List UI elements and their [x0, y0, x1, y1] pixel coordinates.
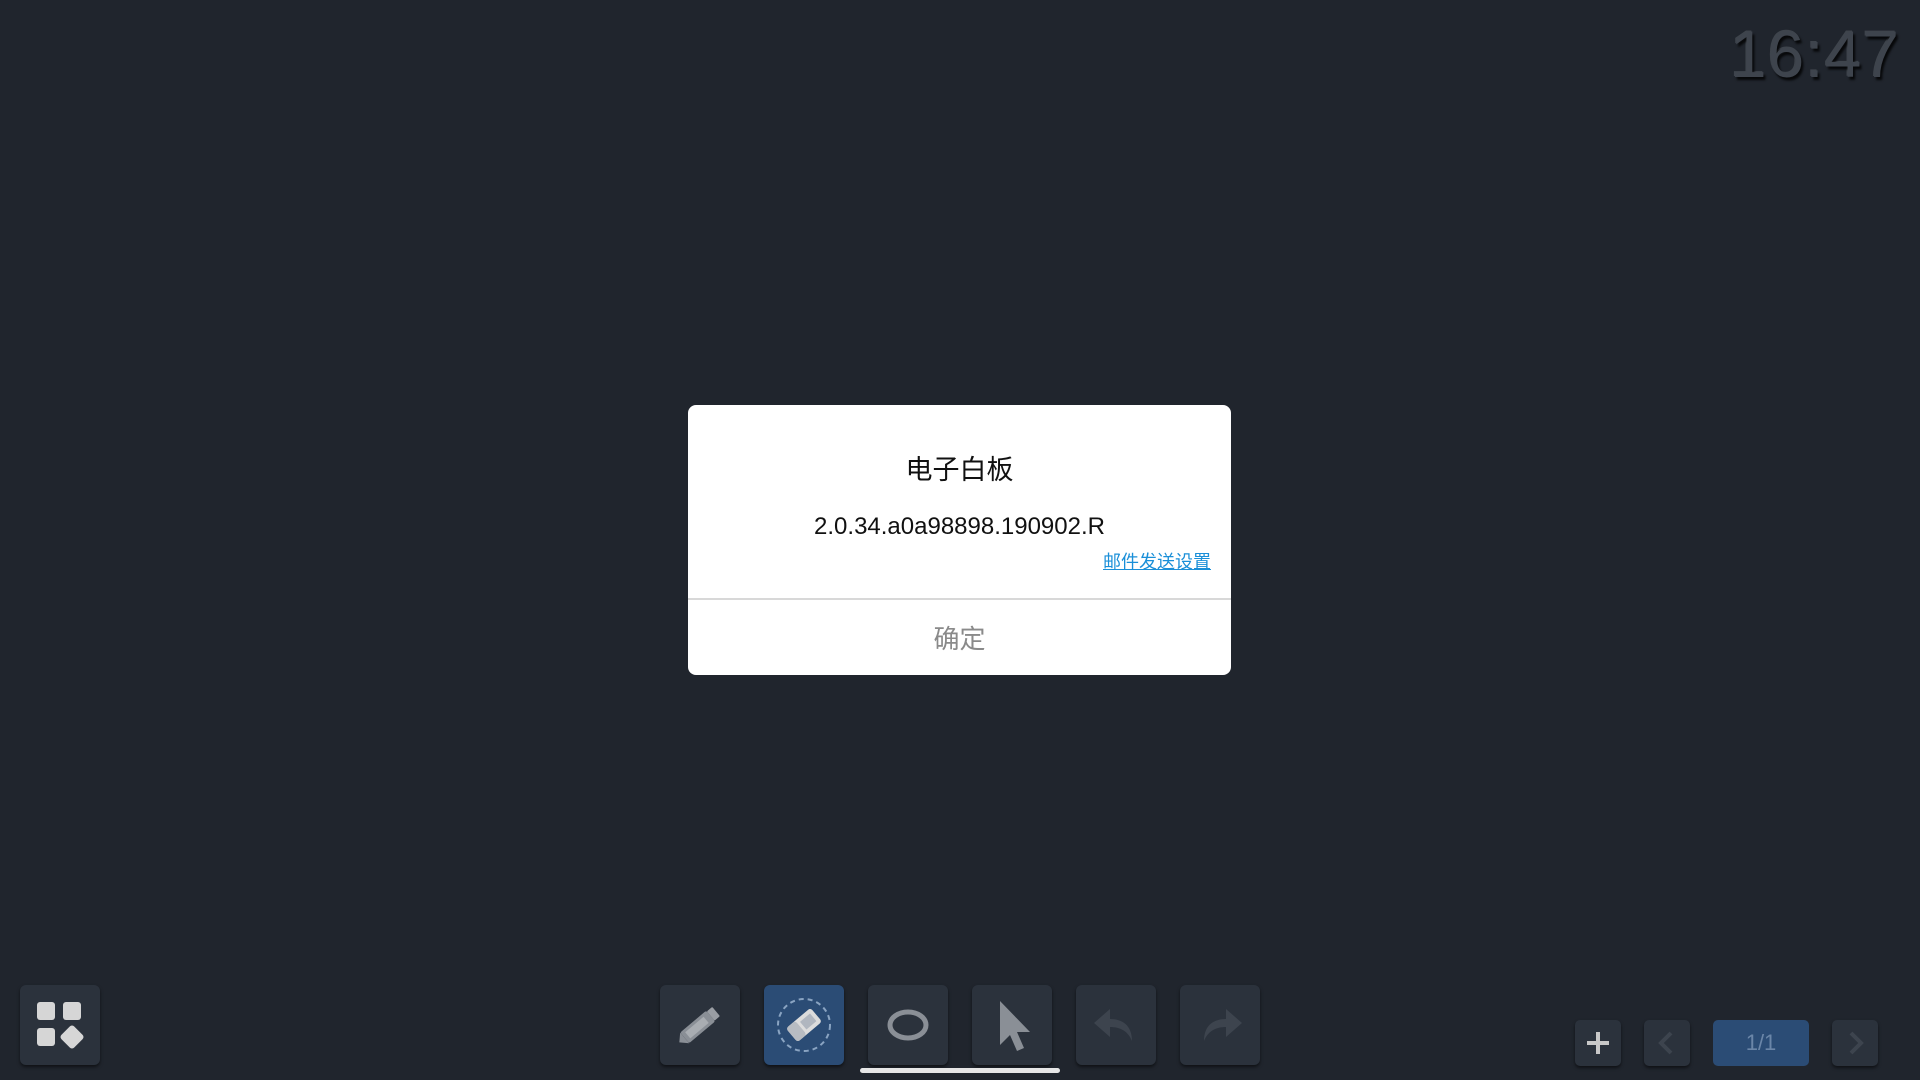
whiteboard-screen[interactable]: 16:47 电子白板 2.0.34.a0a98898.190902.R 邮件发送… [0, 0, 1920, 1080]
select-tool-button[interactable] [972, 985, 1052, 1065]
pen-icon [679, 1007, 720, 1044]
cursor-icon [1000, 1001, 1030, 1051]
plus-icon [1587, 1032, 1609, 1054]
redo-button[interactable] [1180, 985, 1260, 1065]
apps-button[interactable] [20, 985, 100, 1065]
eraser-icon [777, 998, 831, 1052]
shape-tool-button[interactable] [868, 985, 948, 1065]
confirm-button[interactable]: 确定 [688, 600, 1231, 675]
eraser-tool-button[interactable] [764, 985, 844, 1065]
redo-icon [1204, 1009, 1242, 1041]
chevron-left-icon [1658, 1031, 1673, 1055]
version-text: 2.0.34.a0a98898.190902.R [814, 513, 1105, 540]
clock: 16:47 [1729, 17, 1900, 91]
dialog-title: 电子白板 [905, 455, 1014, 486]
undo-icon [1094, 1009, 1132, 1041]
pen-tool-button[interactable] [660, 985, 740, 1065]
previous-page-button[interactable] [1644, 1020, 1690, 1066]
undo-button[interactable] [1076, 985, 1156, 1065]
gesture-home-bar[interactable] [860, 1068, 1060, 1073]
add-page-button[interactable] [1575, 1020, 1621, 1066]
about-dialog: 电子白板 2.0.34.a0a98898.190902.R 邮件发送设置 确定 [688, 405, 1231, 675]
next-page-button[interactable] [1832, 1020, 1878, 1066]
ellipse-icon [887, 1009, 929, 1041]
apps-grid-icon [37, 1002, 84, 1049]
mail-settings-link[interactable]: 邮件发送设置 [1103, 548, 1211, 574]
chevron-right-icon [1849, 1031, 1864, 1055]
page-indicator[interactable]: 1/1 [1713, 1020, 1809, 1066]
